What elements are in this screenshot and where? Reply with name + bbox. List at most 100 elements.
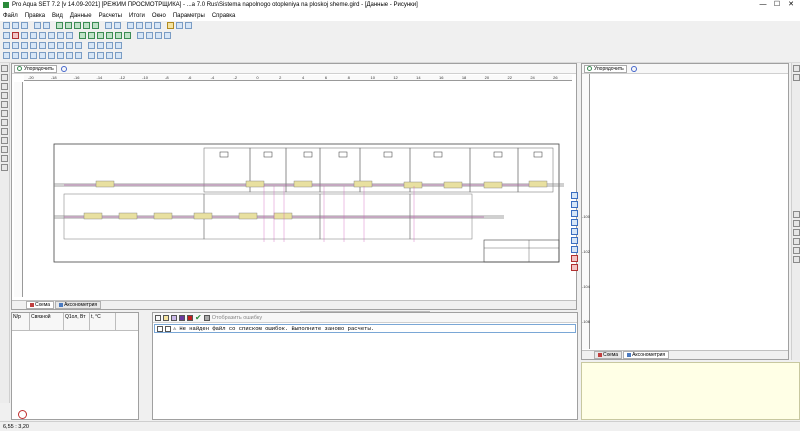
dimension-icon[interactable] [164,32,171,39]
list-icon[interactable] [1,110,8,117]
side-1-icon[interactable] [793,65,800,72]
gear-icon[interactable] [60,65,67,72]
font-icon[interactable] [176,22,183,29]
minimize-button[interactable]: — [756,0,770,10]
menu-parameters[interactable]: Параметры [173,13,205,19]
text-icon[interactable] [137,32,144,39]
snap-3-icon[interactable] [21,52,28,59]
valve-icon[interactable] [97,32,104,39]
side-5-icon[interactable] [793,229,800,236]
nav-7-icon[interactable] [571,246,578,253]
zoom-out-icon[interactable] [39,32,46,39]
right-tab-scheme[interactable]: Схема [594,351,623,359]
layers-icon[interactable] [136,22,143,29]
check-9-icon[interactable] [75,42,82,49]
mode-4-icon[interactable] [115,52,122,59]
zoom-in-icon[interactable] [30,32,37,39]
filter-error-icon[interactable] [187,314,193,321]
open-icon[interactable] [12,22,19,29]
snap-8-icon[interactable] [66,52,73,59]
zoom-window-icon[interactable] [57,32,64,39]
menu-results[interactable]: Итоги [129,13,145,19]
stop-icon[interactable] [203,314,210,321]
align-center-icon[interactable] [97,42,104,49]
message-row[interactable]: ⚠ Не найден файл со списком ошибок. Выпо… [154,324,576,333]
new-icon[interactable] [3,22,10,29]
draw-icon[interactable] [12,32,19,39]
nav-5-icon[interactable] [571,228,578,235]
side-7-icon[interactable] [793,247,800,254]
export-icon[interactable] [83,22,90,29]
filter-warning-icon[interactable] [163,314,169,321]
filter-info-icon[interactable] [171,314,177,321]
arrow-icon[interactable] [21,32,28,39]
side-3-icon[interactable] [793,211,800,218]
show-error-button[interactable]: Отобразить ошибку [212,315,262,321]
disk-icon[interactable] [1,83,8,90]
grid-icon[interactable] [127,22,134,29]
side-6-icon[interactable] [793,238,800,245]
table-icon[interactable] [65,22,72,29]
menu-help[interactable]: Справка [212,13,236,19]
check-2-icon[interactable] [12,42,19,49]
save-icon[interactable] [21,22,28,29]
menu-window[interactable]: Окно [152,13,166,19]
redo-icon[interactable] [114,22,121,29]
snap-5-icon[interactable] [39,52,46,59]
check-8-icon[interactable] [66,42,73,49]
menu-file[interactable]: Файл [3,13,18,19]
library-icon[interactable] [145,22,152,29]
stop-calc-icon[interactable] [18,410,27,419]
collector-icon[interactable] [115,32,122,39]
check-7-icon[interactable] [57,42,64,49]
preview-icon[interactable] [43,22,50,29]
check-1-icon[interactable] [3,42,10,49]
filter-note-icon[interactable] [179,314,185,321]
maximize-button[interactable]: ☐ [770,0,784,10]
drawing-canvas[interactable] [24,82,572,297]
snap-9-icon[interactable] [75,52,82,59]
doc-icon[interactable] [1,65,8,72]
building-icon[interactable] [1,155,8,162]
snap-2-icon[interactable] [12,52,19,59]
line-icon[interactable] [146,32,153,39]
right-sort-button[interactable]: Упорядочить [584,64,627,73]
distribute-icon[interactable] [115,42,122,49]
properties-icon[interactable] [1,101,8,108]
zoom-fit-icon[interactable] [48,32,55,39]
select-icon[interactable] [3,32,10,39]
snap-4-icon[interactable] [30,52,37,59]
undo-icon[interactable] [105,22,112,29]
tab-scheme[interactable]: Схема [26,301,55,309]
import-icon[interactable] [92,22,99,29]
report-icon[interactable] [74,22,81,29]
floor-icon[interactable] [1,146,8,153]
nav-9-icon[interactable] [571,264,578,271]
snap-6-icon[interactable] [48,52,55,59]
pipe-icon[interactable] [79,32,86,39]
check-icon[interactable]: ✔ [195,313,202,322]
nav-3-icon[interactable] [571,210,578,217]
menu-calculations[interactable]: Расчеты [99,13,122,19]
catalog-icon[interactable] [154,22,161,29]
mode-3-icon[interactable] [106,52,113,59]
rect-icon[interactable] [155,32,162,39]
check-6-icon[interactable] [48,42,55,49]
nav-1-icon[interactable] [571,192,578,199]
settings-icon[interactable] [1,164,8,171]
filter-all-icon[interactable] [155,314,161,321]
print-icon[interactable] [34,22,41,29]
mode-1-icon[interactable] [88,52,95,59]
check-3-icon[interactable] [21,42,28,49]
nav-2-icon[interactable] [571,201,578,208]
snap-7-icon[interactable] [57,52,64,59]
floor-loop-icon[interactable] [124,32,131,39]
side-8-icon[interactable] [793,256,800,263]
calc-icon[interactable] [56,22,63,29]
radiator-icon[interactable] [88,32,95,39]
close-button[interactable]: ✕ [784,0,798,10]
menu-view[interactable]: Вид [52,13,63,19]
tree-icon[interactable] [1,119,8,126]
folder-icon[interactable] [1,74,8,81]
side-4-icon[interactable] [793,220,800,227]
